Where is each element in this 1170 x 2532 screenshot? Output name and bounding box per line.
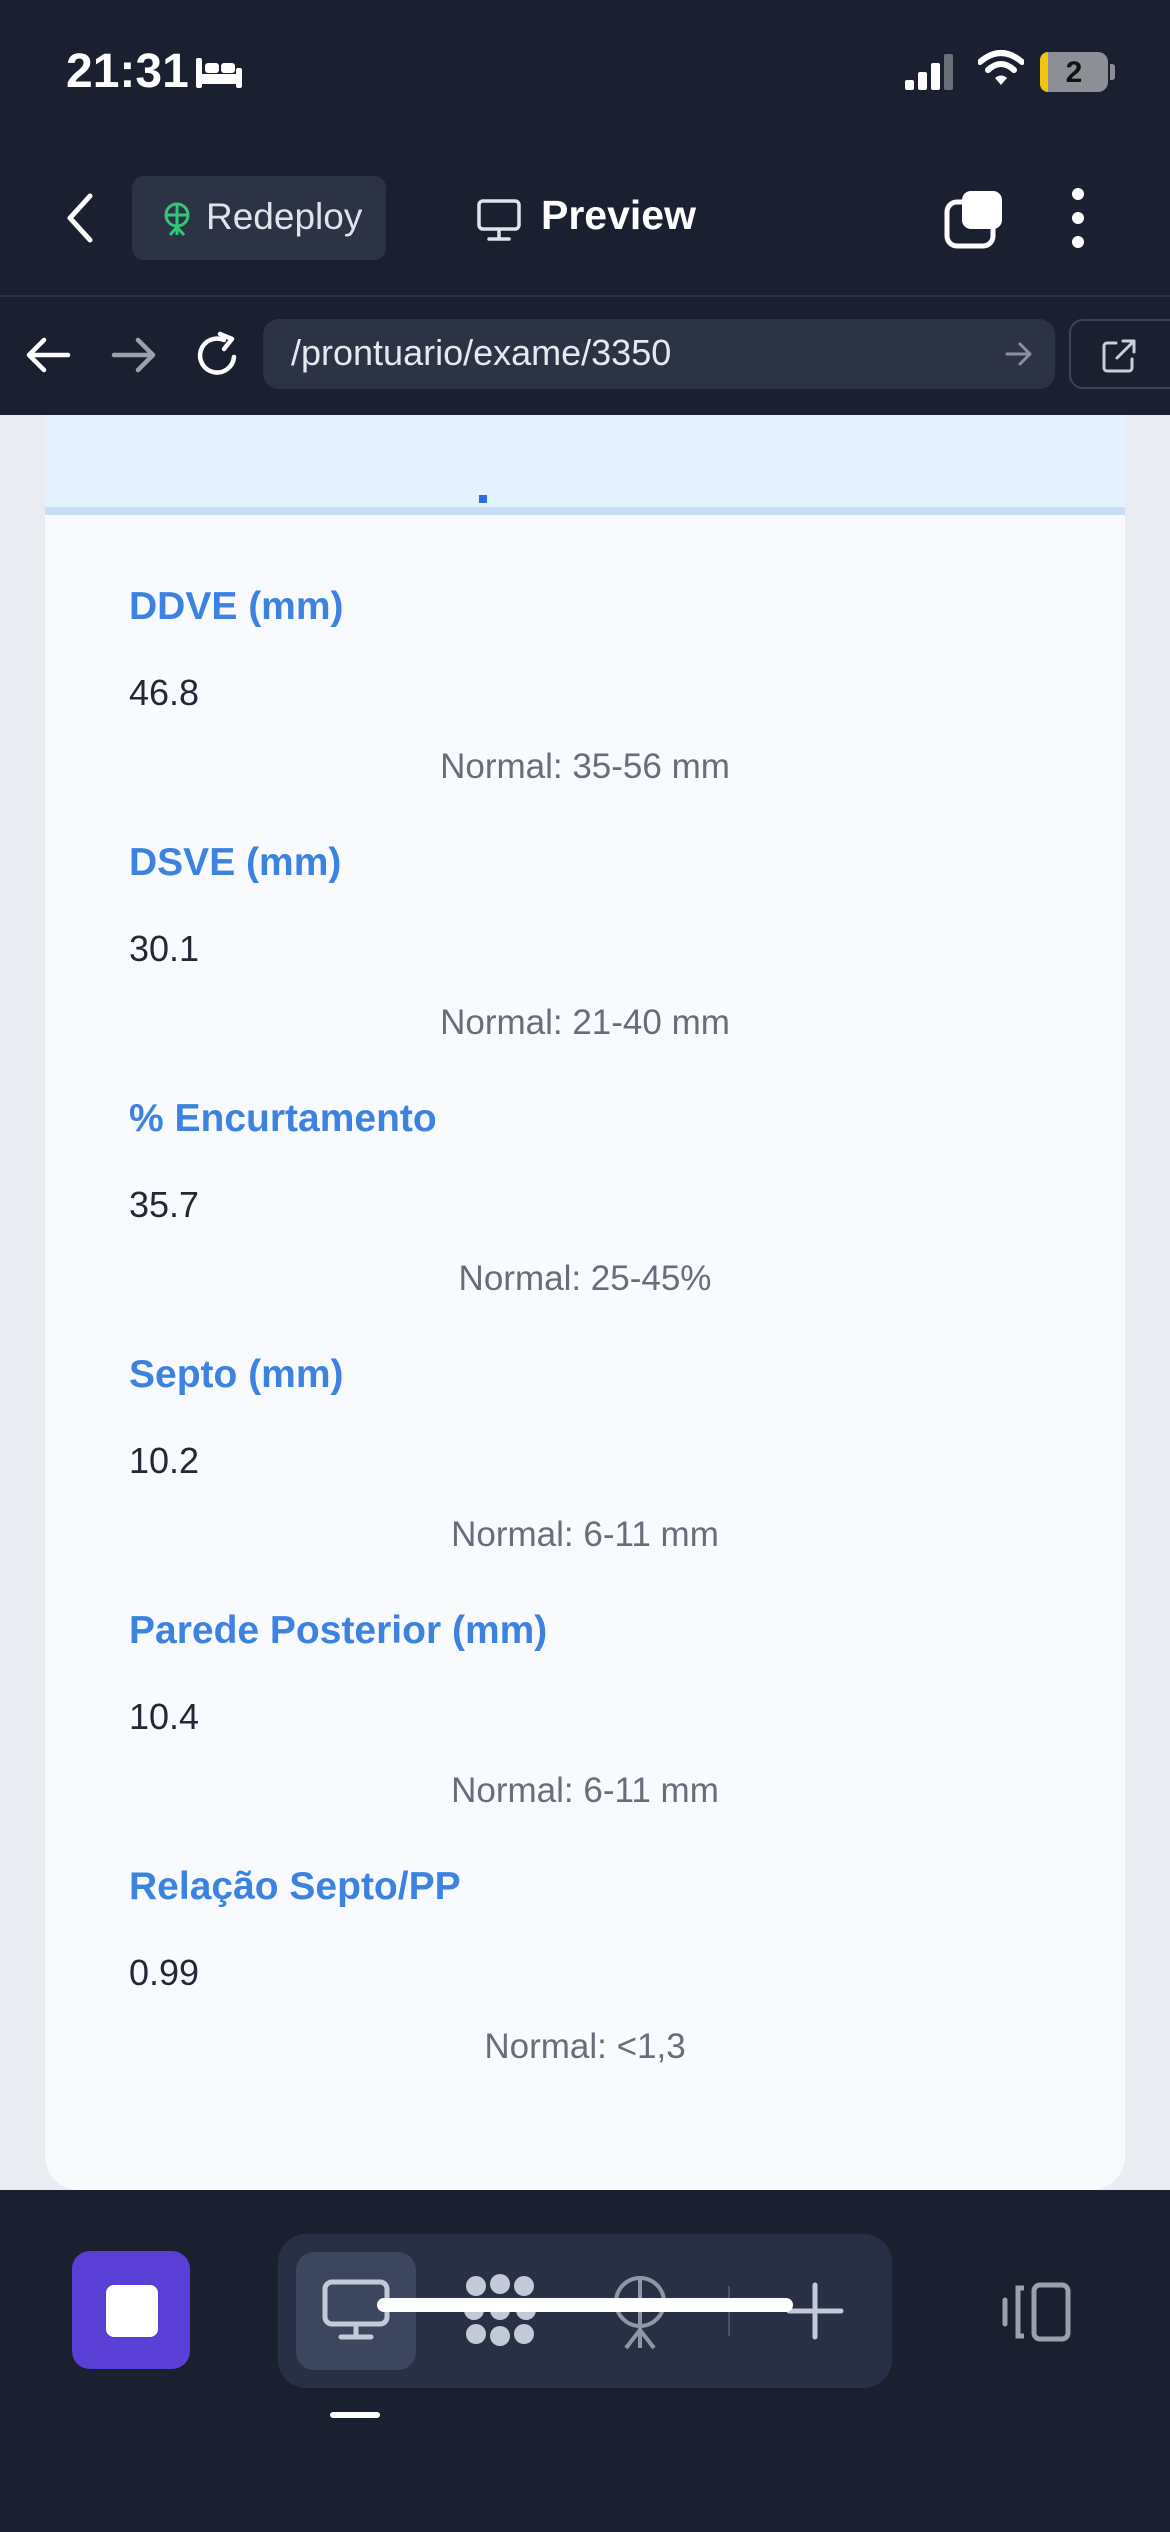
more-icon[interactable] xyxy=(1070,186,1086,250)
measurement-label: % Encurtamento xyxy=(129,1097,437,1140)
measurement-normal-range: Normal: 25-45% xyxy=(458,1259,712,1298)
wifi-icon xyxy=(978,50,1024,85)
exam-card: DDVE (mm) 46.8 Normal: 35-56 mm DSVE (mm) 30… xyxy=(45,415,1125,2190)
signal-icon xyxy=(905,54,953,90)
antenna-icon[interactable] xyxy=(610,2274,670,2350)
measurement-label: Septo (mm) xyxy=(129,1353,344,1396)
url-text: /prontuario/exame/3350 xyxy=(291,332,672,373)
app-toolbar: Redeploy Preview xyxy=(0,150,1170,297)
home-indicator xyxy=(377,2298,793,2312)
measurement-value: 0.99 xyxy=(129,1952,200,1993)
back-chevron-icon[interactable] xyxy=(60,190,100,246)
bed-icon xyxy=(196,58,242,88)
measurement-value: 35.7 xyxy=(129,1184,200,1225)
url-bar: /prontuario/exame/3350 xyxy=(0,297,1170,415)
measurement-value: 30.1 xyxy=(129,928,200,969)
measurement-label: Relação Septo/PP xyxy=(129,1865,461,1908)
active-indicator xyxy=(330,2412,380,2418)
external-link-icon xyxy=(1102,339,1136,373)
preview-tab[interactable]: Preview xyxy=(541,192,696,239)
measurement-normal-range: Normal: 6-11 mm xyxy=(451,1515,719,1554)
measurement-label: DDVE (mm) xyxy=(129,585,344,628)
measurement-normal-range: Normal: 35-56 mm xyxy=(440,747,730,786)
measurement-normal-range: Normal: 6-11 mm xyxy=(451,1771,719,1810)
measurement-label: DSVE (mm) xyxy=(129,841,342,884)
reload-icon[interactable] xyxy=(194,331,242,379)
card-header xyxy=(45,415,1125,515)
status-time: 21:31 xyxy=(66,45,189,98)
external-link-button[interactable] xyxy=(1069,319,1170,389)
measurement-value: 10.2 xyxy=(129,1440,200,1481)
measurement-value: 10.4 xyxy=(129,1696,200,1737)
page-content: DDVE (mm) 46.8 Normal: 35-56 mm DSVE (mm) 30… xyxy=(0,415,1170,2190)
stop-icon xyxy=(106,2285,158,2337)
arrow-right-icon[interactable] xyxy=(110,335,158,375)
arrow-left-icon[interactable] xyxy=(24,335,72,375)
plus-icon[interactable] xyxy=(786,2282,844,2340)
layout-toggle-icon[interactable] xyxy=(1000,2282,1072,2342)
redeploy-icon xyxy=(164,202,190,236)
stop-button[interactable] xyxy=(72,2251,190,2369)
tabs-icon[interactable] xyxy=(944,188,1006,250)
battery-icon: 2 xyxy=(1040,52,1108,92)
redeploy-label: Redeploy xyxy=(206,196,363,237)
measurement-normal-range: Normal: 21-40 mm xyxy=(440,1003,730,1042)
measurement-normal-range: Normal: <1,3 xyxy=(484,2027,686,2066)
bottom-bar xyxy=(0,2190,1170,2532)
url-go-icon[interactable] xyxy=(1005,341,1033,367)
monitor-icon xyxy=(477,199,521,241)
redeploy-button[interactable]: Redeploy xyxy=(132,176,386,260)
url-field[interactable]: /prontuario/exame/3350 xyxy=(263,319,1055,389)
measurement-value: 46.8 xyxy=(129,672,200,713)
measurement-label: Parede Posterior (mm) xyxy=(129,1609,548,1652)
status-bar: 21:31 2 xyxy=(0,0,1170,150)
battery-level: 2 xyxy=(1065,56,1083,89)
